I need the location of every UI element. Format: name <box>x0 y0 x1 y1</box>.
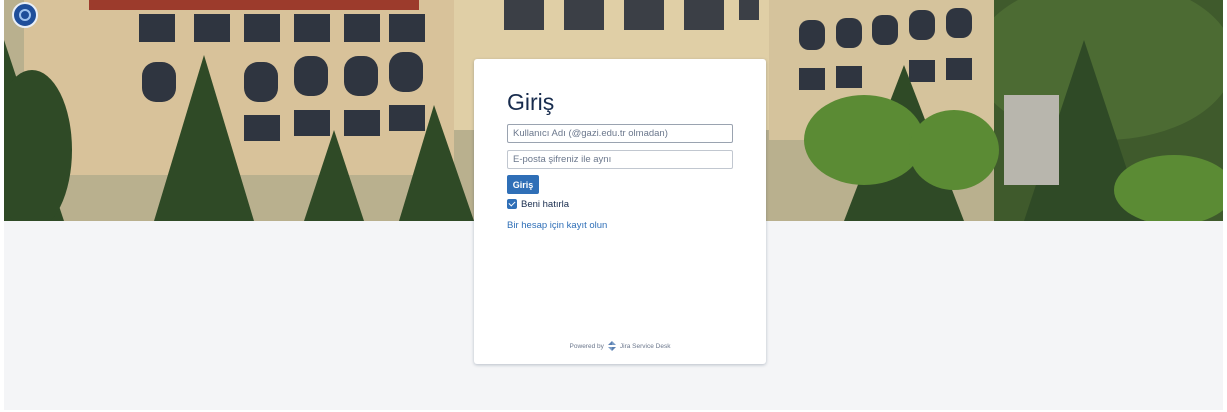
login-card: Giriş Giriş Beni hatırla Bir hesap için … <box>474 59 766 364</box>
username-input[interactable] <box>507 124 733 143</box>
university-logo-icon[interactable] <box>12 2 38 28</box>
remember-me-label[interactable]: Beni hatırla <box>521 199 569 210</box>
login-title: Giriş <box>507 89 555 115</box>
login-button[interactable]: Giriş <box>507 175 539 194</box>
password-input[interactable] <box>507 150 733 169</box>
signup-link[interactable]: Bir hesap için kayıt olun <box>507 220 607 231</box>
powered-by-footer: Powered by Jira Service Desk <box>474 341 766 351</box>
remember-me[interactable]: Beni hatırla <box>507 198 569 210</box>
product-name[interactable]: Jira Service Desk <box>620 343 671 350</box>
remember-me-checkbox[interactable] <box>507 199 517 209</box>
jira-service-desk-icon <box>607 341 616 351</box>
powered-by-label: Powered by <box>569 342 604 350</box>
